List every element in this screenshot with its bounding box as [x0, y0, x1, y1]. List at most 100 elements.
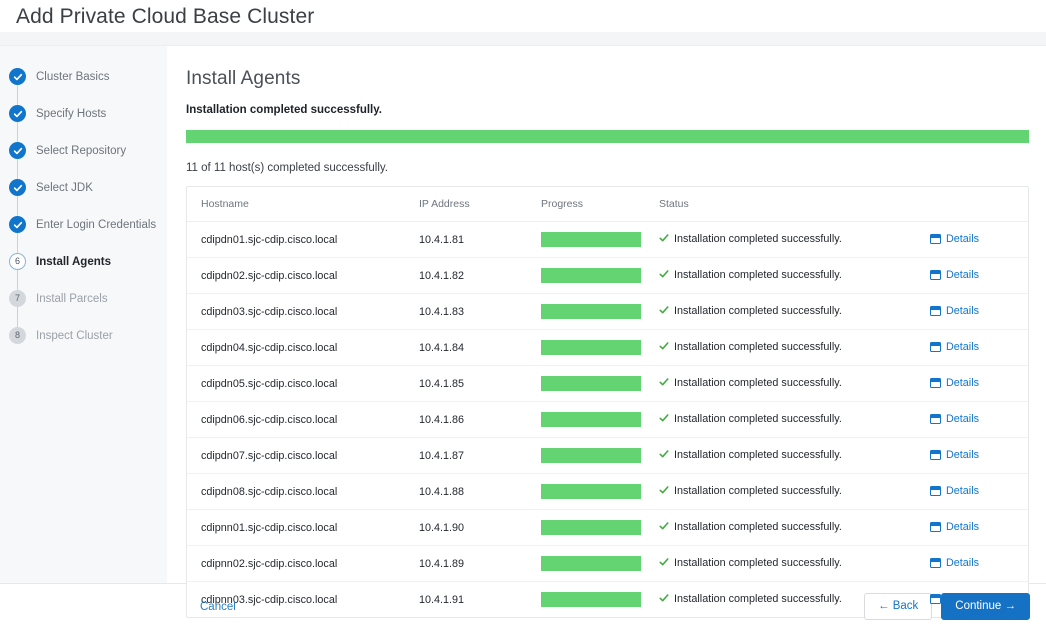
cell-status: Installation completed successfully.	[659, 437, 930, 474]
cell-progress	[541, 329, 659, 366]
window-popup-icon	[930, 557, 941, 568]
cell-status: Installation completed successfully.	[659, 545, 930, 582]
window-popup-icon	[930, 485, 941, 496]
row-progress-fill	[541, 448, 641, 463]
sidebar-step-select-jdk[interactable]: Select JDK	[0, 150, 167, 206]
sidebar-step-cluster-basics[interactable]: Cluster Basics	[0, 58, 167, 95]
status-text: Installation completed successfully.	[674, 521, 842, 533]
column-header-details	[930, 187, 1028, 222]
row-progress-fill	[541, 376, 641, 391]
details-link[interactable]: Details	[930, 557, 979, 569]
table-row: cdipdn01.sjc-cdip.cisco.local 10.4.1.81 In…	[187, 221, 1028, 258]
status-check-icon	[659, 341, 669, 354]
sidebar-step-select-repository[interactable]: Select Repository	[0, 113, 167, 169]
details-link[interactable]: Details	[930, 341, 979, 353]
sidebar-step-label: Inspect Cluster	[36, 329, 113, 342]
details-link[interactable]: Details	[930, 269, 979, 281]
sidebar-step-install-parcels[interactable]: 7 Install Parcels	[0, 261, 167, 317]
details-link-label: Details	[946, 448, 980, 461]
details-link-label: Details	[946, 412, 980, 425]
continue-button[interactable]: Continue →	[941, 592, 1030, 621]
sidebar-step-inspect-cluster[interactable]: 8 Inspect Cluster	[0, 298, 167, 354]
row-progress-track	[541, 520, 641, 535]
sidebar-step-label: Select Repository	[36, 144, 127, 157]
cell-ip-address: 10.4.1.84	[419, 329, 541, 366]
window-popup-icon	[930, 233, 941, 244]
cell-progress	[541, 582, 659, 618]
status-text: Installation completed successfully.	[674, 377, 842, 389]
hosts-table-head: Hostname IP Address Progress Status	[187, 187, 1028, 222]
cell-hostname: cdipnn01.sjc-cdip.cisco.local	[187, 509, 419, 546]
cell-progress	[541, 437, 659, 474]
sidebar-step-install-agents[interactable]: 6 Install Agents	[0, 224, 167, 280]
table-row: cdipdn04.sjc-cdip.cisco.local 10.4.1.84 In…	[187, 329, 1028, 366]
status-text: Installation completed successfully.	[674, 233, 842, 245]
row-progress-fill	[541, 340, 641, 355]
cancel-link[interactable]: Cancel	[200, 601, 236, 613]
cell-hostname: cdipdn04.sjc-cdip.cisco.local	[187, 329, 419, 366]
row-progress-track	[541, 484, 641, 499]
status-check-icon	[659, 521, 669, 534]
step-number-badge: 7	[9, 290, 26, 307]
row-progress-fill	[541, 232, 641, 247]
cell-status: Installation completed successfully.	[659, 473, 930, 510]
step-number-badge: 8	[9, 327, 26, 344]
cell-status: Installation completed successfully.	[659, 329, 930, 366]
step-number-badge: 6	[9, 253, 26, 270]
step-complete-check-icon	[9, 68, 26, 85]
cell-status: Installation completed successfully.	[659, 401, 930, 438]
status-check-icon	[659, 377, 669, 390]
cell-hostname: cdipnn02.sjc-cdip.cisco.local	[187, 545, 419, 582]
host-count-text: 11 of 11 host(s) completed successfully.	[186, 162, 388, 174]
status-text: Installation completed successfully.	[674, 341, 842, 353]
details-link[interactable]: Details	[930, 233, 979, 245]
cell-hostname: cdipdn03.sjc-cdip.cisco.local	[187, 293, 419, 330]
table-row: cdipdn05.sjc-cdip.cisco.local 10.4.1.85 In…	[187, 365, 1028, 402]
details-link-label: Details	[946, 304, 980, 317]
row-progress-track	[541, 556, 641, 571]
table-row: cdipdn06.sjc-cdip.cisco.local 10.4.1.86 In…	[187, 401, 1028, 438]
wizard-window: Add Private Cloud Base Cluster Cluster B…	[0, 0, 1046, 629]
row-progress-fill	[541, 520, 641, 535]
cell-details: Details	[930, 545, 1028, 582]
cell-progress	[541, 221, 659, 258]
cell-progress	[541, 257, 659, 294]
status-check-icon	[659, 305, 669, 318]
status-text: Installation completed successfully.	[674, 557, 842, 569]
cell-progress	[541, 401, 659, 438]
details-link[interactable]: Details	[930, 413, 979, 425]
hosts-table-header-row: Hostname IP Address Progress Status	[187, 187, 1028, 222]
section-title: Install Agents	[186, 68, 301, 89]
cell-details: Details	[930, 401, 1028, 438]
row-progress-fill	[541, 268, 641, 283]
details-link[interactable]: Details	[930, 485, 979, 497]
back-button[interactable]: ← Back	[864, 592, 933, 621]
header-strip	[0, 32, 1046, 46]
cell-details: Details	[930, 293, 1028, 330]
hosts-table: Hostname IP Address Progress Status cdip…	[187, 187, 1028, 617]
sidebar-step-label: Cluster Basics	[36, 70, 110, 83]
cell-progress	[541, 365, 659, 402]
cell-ip-address: 10.4.1.83	[419, 293, 541, 330]
window-titlebar: Add Private Cloud Base Cluster	[0, 0, 1046, 32]
cell-ip-address: 10.4.1.87	[419, 437, 541, 474]
details-link[interactable]: Details	[930, 521, 979, 533]
sidebar-step-enter-login-credentials[interactable]: Enter Login Credentials	[0, 187, 167, 243]
table-row: cdipdn03.sjc-cdip.cisco.local 10.4.1.83 In…	[187, 293, 1028, 330]
cell-ip-address: 10.4.1.89	[419, 545, 541, 582]
details-link[interactable]: Details	[930, 377, 979, 389]
step-complete-check-icon	[9, 179, 26, 196]
window-popup-icon	[930, 341, 941, 352]
details-link[interactable]: Details	[930, 449, 979, 461]
step-complete-check-icon	[9, 142, 26, 159]
hosts-table-body: cdipdn01.sjc-cdip.cisco.local 10.4.1.81 In…	[187, 221, 1028, 618]
cell-details: Details	[930, 365, 1028, 402]
cell-details: Details	[930, 437, 1028, 474]
sidebar-step-specify-hosts[interactable]: Specify Hosts	[0, 76, 167, 132]
row-progress-fill	[541, 556, 641, 571]
details-link[interactable]: Details	[930, 305, 979, 317]
row-progress-track	[541, 304, 641, 319]
window-popup-icon	[930, 269, 941, 280]
window-popup-icon	[930, 413, 941, 424]
window-popup-icon	[930, 377, 941, 388]
